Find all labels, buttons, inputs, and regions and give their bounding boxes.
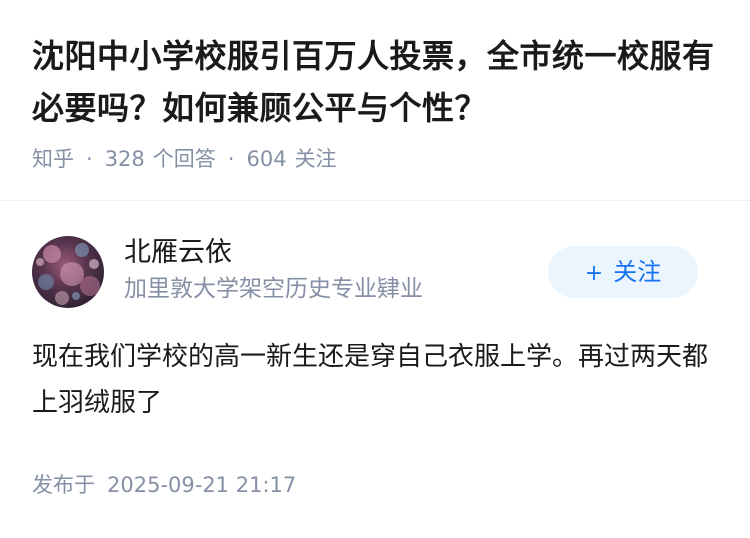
question-title[interactable]: 沈阳中小学校服引百万人投票，全市统一校服有必要吗？如何兼顾公平与个性？ xyxy=(32,30,722,134)
answer-count-label: 个回答 xyxy=(152,147,216,171)
published-time: 2025-09-21 21:17 xyxy=(107,473,297,497)
source-label[interactable]: 知乎 xyxy=(32,147,74,171)
follower-count-label: 关注 xyxy=(294,147,337,171)
meta-separator: · xyxy=(227,147,235,171)
plus-icon: + xyxy=(584,261,604,286)
header-divider xyxy=(0,200,750,201)
answer-count: 328 xyxy=(104,147,145,171)
author-info: 北雁云依 加里敦大学架空历史专业肄业 xyxy=(124,234,423,306)
author-name[interactable]: 北雁云依 xyxy=(124,234,423,272)
follower-count: 604 xyxy=(246,147,287,171)
question-meta: 知乎 · 328 个回答 · 604 关注 xyxy=(32,144,722,174)
answer-footer: 发布于 2025-09-21 21:17 xyxy=(32,470,296,500)
published-label: 发布于 xyxy=(32,473,95,497)
follow-button-label: 关注 xyxy=(613,258,662,286)
avatar-image-icon xyxy=(32,236,104,308)
author-row: 北雁云依 加里敦大学架空历史专业肄业 + 关注 xyxy=(32,234,718,310)
follow-button[interactable]: + 关注 xyxy=(548,246,698,298)
avatar[interactable] xyxy=(32,236,104,308)
answer-page: 沈阳中小学校服引百万人投票，全市统一校服有必要吗？如何兼顾公平与个性？ 知乎 · 3… xyxy=(0,0,750,538)
question-header: 沈阳中小学校服引百万人投票，全市统一校服有必要吗？如何兼顾公平与个性？ 知乎 · 3… xyxy=(32,30,722,174)
answer-content: 现在我们学校的高一新生还是穿自己衣服上学。再过两天都上羽绒服了 xyxy=(32,342,709,418)
author-bio: 加里敦大学架空历史专业肄业 xyxy=(124,276,423,302)
meta-separator: · xyxy=(86,147,93,171)
